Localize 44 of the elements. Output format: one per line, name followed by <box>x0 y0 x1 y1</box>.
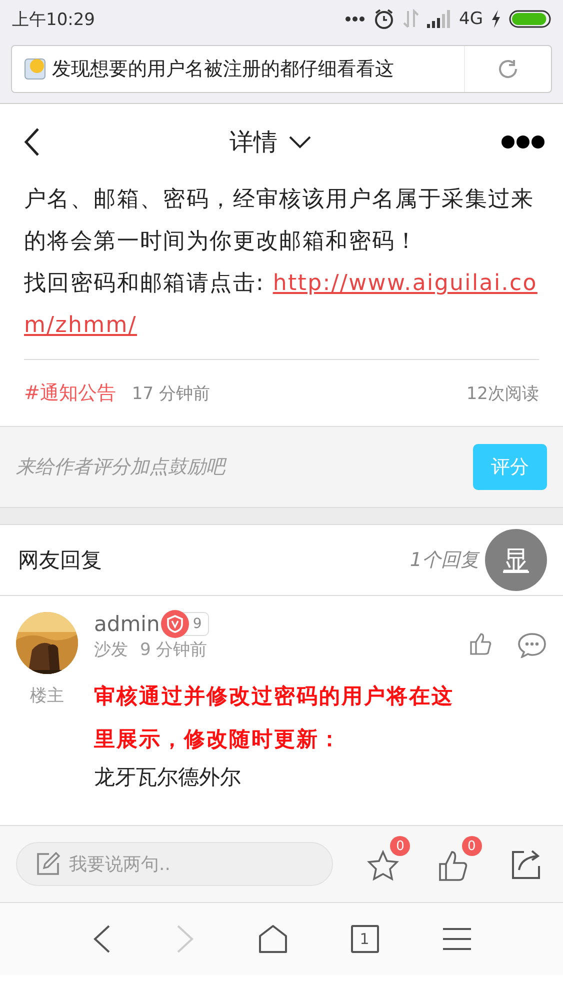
share-icon[interactable] <box>510 848 542 880</box>
reply-position: 沙发 <box>94 639 128 661</box>
comment-icon[interactable] <box>517 632 547 658</box>
reply-time: 9 分钟前 <box>140 639 208 661</box>
comment-highlight: 审核通过并修改过密码的用户将在这里展示，修改随时更新： <box>94 683 455 753</box>
back-icon[interactable] <box>24 126 40 156</box>
reload-icon[interactable] <box>496 57 520 81</box>
page-title: 发现想要的用户名被注册的都仔细看看这 <box>51 57 395 82</box>
shield-icon <box>160 610 189 638</box>
menu-icon[interactable] <box>442 926 472 952</box>
battery-icon <box>509 10 551 28</box>
header-title: 详情 <box>230 126 278 158</box>
like-count-badge: 0 <box>462 836 482 856</box>
star-icon[interactable] <box>366 850 399 882</box>
back-icon[interactable] <box>92 924 112 954</box>
replies-title: 网友回复 <box>18 547 103 574</box>
topic-tag[interactable]: #通知公告 <box>24 380 116 406</box>
page-favicon <box>24 58 46 80</box>
home-icon[interactable] <box>258 924 288 954</box>
tabs-button[interactable]: 1 <box>350 925 378 953</box>
signal-icon <box>427 10 451 28</box>
post-time: 17 分钟前 <box>132 382 210 404</box>
favorite-count-badge: 0 <box>390 836 410 856</box>
username[interactable]: admin <box>94 612 160 636</box>
read-count: 12次阅读 <box>466 382 539 404</box>
status-time: 上午10:29 <box>12 8 95 30</box>
alarm-icon <box>373 8 395 30</box>
more-icon <box>345 16 365 22</box>
address-bar[interactable]: 发现想要的用户名被注册的都仔细看看这 <box>11 45 552 93</box>
author-label: 楼主 <box>30 685 64 707</box>
chevron-down-icon[interactable] <box>288 134 312 148</box>
article-text: 找回密码和邮箱请点击: http://www.aiguilai.com/zhmm/ <box>24 270 538 340</box>
thumbs-up-icon[interactable] <box>469 632 493 656</box>
edit-icon <box>35 851 61 877</box>
comment-text: 龙牙瓦尔德外尔 <box>94 764 242 791</box>
reply-count: 1个回复 <box>410 548 479 573</box>
rating-prompt: 来给作者评分加点鼓励吧 <box>16 455 228 480</box>
article-text: 户名、邮箱、密码，经审核该用户名属于采集过来的将会第一时间为你更改邮箱和密码！ <box>24 186 536 256</box>
charging-icon <box>491 10 501 28</box>
comment-input[interactable]: 我要说两句.. <box>16 842 333 886</box>
data-arrows-icon <box>403 9 419 29</box>
floating-button[interactable]: 显 <box>485 529 547 591</box>
network-type: 4G <box>459 9 483 29</box>
more-icon[interactable] <box>501 134 545 148</box>
